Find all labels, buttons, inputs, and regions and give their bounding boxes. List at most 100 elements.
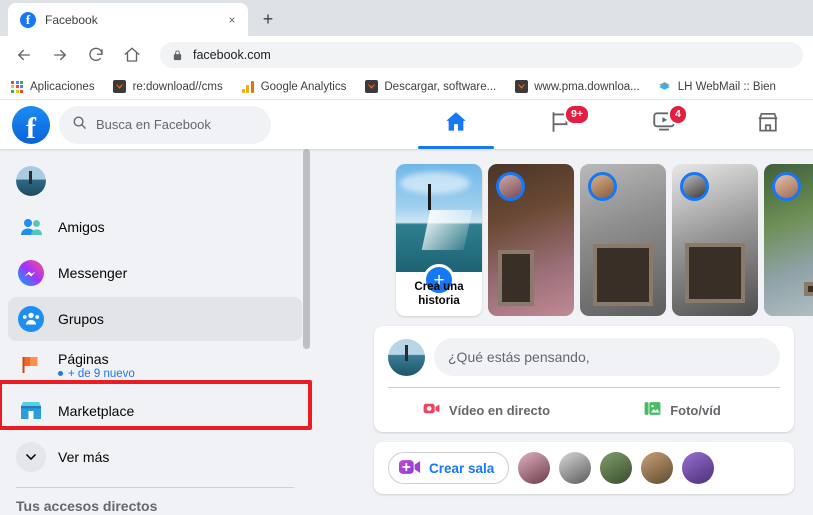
story-author-avatar (772, 172, 801, 201)
create-story-label: Crea una historia (414, 281, 464, 307)
sidebar-item-label: Marketplace (58, 403, 135, 419)
tab-pages[interactable]: 9+ (508, 100, 612, 149)
facebook-body: Amigos Messenger Grupos Páginas + de 9 n… (0, 149, 813, 515)
facebook-page: f Busca en Facebook 9+ 4 Amigos Messenge… (0, 100, 813, 515)
sidebar-item-amigos[interactable]: Amigos (8, 205, 302, 249)
live-video-icon (422, 399, 441, 421)
avatar[interactable] (388, 338, 425, 376)
home-icon[interactable] (118, 41, 146, 69)
facebook-logo-icon[interactable]: f (12, 105, 50, 144)
story-card-2[interactable] (580, 164, 666, 316)
bookmark-lh-webmail[interactable]: LH WebMail :: Bien (658, 80, 776, 94)
new-dot-icon (58, 371, 63, 376)
chevron-down-icon (16, 442, 46, 472)
room-avatar[interactable] (682, 452, 715, 484)
firefox-square-icon (514, 80, 528, 94)
composer-input[interactable]: ¿Qué estás pensando, (434, 338, 780, 376)
tab-watch[interactable]: 4 (612, 100, 716, 149)
story-card-3[interactable] (672, 164, 758, 316)
bookmark-label: re:download//cms (132, 80, 223, 93)
sidebar-item-label: Grupos (58, 311, 104, 327)
back-arrow-icon[interactable] (10, 41, 38, 69)
sidebar-item-label: Ver más (58, 449, 110, 465)
story-author-avatar (496, 172, 525, 201)
photo-video-button[interactable]: Foto/víd (584, 388, 780, 432)
facebook-nav-tabs: 9+ 4 (404, 100, 813, 149)
sidebar-divider (16, 487, 294, 488)
bookmark-aplicaciones[interactable]: Aplicaciones (10, 80, 95, 94)
create-story-thumbnail (396, 164, 482, 272)
forward-arrow-icon[interactable] (46, 41, 74, 69)
sidebar-item-sublabel: + de 9 nuevo (68, 367, 135, 380)
bookmark-label: Google Analytics (260, 80, 347, 93)
mail-icon (658, 80, 672, 94)
room-avatar[interactable] (641, 452, 674, 484)
marketplace-icon (16, 396, 46, 426)
live-video-button[interactable]: Vídeo en directo (388, 388, 584, 432)
firefox-square-icon (113, 80, 127, 94)
address-bar-url: facebook.com (193, 48, 271, 62)
bookmark-label: www.pma.downloa... (534, 80, 640, 93)
redaction-box (804, 282, 813, 296)
bookmark-label: Descargar, software... (384, 80, 497, 93)
create-story-card[interactable]: + Crea una historia (396, 164, 482, 316)
search-input[interactable]: Busca en Facebook (59, 105, 271, 144)
search-icon (72, 115, 87, 135)
bookmark-label: LH WebMail :: Bien (677, 80, 776, 93)
new-tab-button[interactable]: + (254, 5, 282, 33)
bookmark-google-analytics[interactable]: Google Analytics (241, 80, 347, 94)
browser-tab-title: Facebook (45, 12, 98, 27)
tab-marketplace[interactable] (716, 100, 813, 149)
post-composer: ¿Qué estás pensando, Vídeo en directo Fo… (374, 326, 794, 432)
shortcuts-heading: Tus accesos directos (16, 498, 158, 514)
sidebar-item-marketplace[interactable]: Marketplace (8, 389, 302, 433)
shop-icon (755, 109, 781, 140)
bookmark-pma-download[interactable]: www.pma.downloa... (514, 80, 640, 94)
create-room-button[interactable]: Crear sala (388, 452, 510, 484)
room-avatar[interactable] (518, 452, 551, 484)
sidebar-item-ver-mas[interactable]: Ver más (8, 435, 302, 479)
reload-icon[interactable] (82, 41, 110, 69)
rooms-bar: Crear sala (374, 442, 794, 494)
bookmark-label: Aplicaciones (30, 80, 95, 93)
sidebar-item-grupos[interactable]: Grupos (8, 297, 302, 341)
browser-toolbar: facebook.com (0, 36, 813, 74)
redaction-box (685, 243, 745, 303)
browser-window: f Facebook × + facebook.com Aplicaciones… (0, 0, 813, 515)
badge-watch: 4 (668, 104, 688, 125)
sidebar-item-profile[interactable] (8, 159, 302, 203)
messenger-icon (16, 258, 46, 288)
facebook-header: f Busca en Facebook 9+ 4 (0, 100, 813, 149)
sidebar-scrollbar[interactable] (303, 149, 310, 515)
bookmark-redownload-cms[interactable]: re:download//cms (113, 80, 223, 94)
close-icon[interactable]: × (224, 12, 240, 28)
analytics-bars-icon (241, 80, 255, 94)
badge-pages: 9+ (564, 104, 590, 125)
photo-video-label: Foto/víd (670, 402, 721, 418)
story-card-1[interactable] (488, 164, 574, 316)
search-placeholder: Busca en Facebook (96, 117, 211, 132)
room-avatar[interactable] (600, 452, 633, 484)
tab-home[interactable] (404, 100, 508, 149)
tab-strip: f Facebook × + (0, 0, 813, 36)
sidebar-item-label: Amigos (58, 219, 105, 235)
bookmark-descargar-software[interactable]: Descargar, software... (364, 80, 496, 94)
create-room-label: Crear sala (429, 460, 495, 476)
friends-icon (16, 212, 46, 242)
browser-tab-facebook[interactable]: f Facebook × (8, 3, 248, 36)
sidebar-item-messenger[interactable]: Messenger (8, 251, 302, 295)
facebook-icon: f (20, 11, 36, 28)
facebook-sidebar: Amigos Messenger Grupos Páginas + de 9 n… (0, 149, 310, 515)
live-video-label: Vídeo en directo (448, 402, 551, 418)
story-card-4[interactable] (764, 164, 813, 316)
lock-icon (172, 49, 183, 61)
apps-grid-icon (10, 80, 24, 94)
address-bar[interactable]: facebook.com (160, 42, 803, 68)
room-avatar[interactable] (559, 452, 592, 484)
stories-tray: + Crea una historia (310, 149, 813, 316)
sidebar-scrollbar-thumb[interactable] (303, 149, 310, 349)
story-author-avatar (588, 172, 617, 201)
bookmarks-bar: Aplicaciones re:download//cms Google Ana… (0, 74, 813, 100)
sidebar-item-paginas[interactable]: Páginas + de 9 nuevo (8, 343, 302, 387)
firefox-square-icon (364, 80, 378, 94)
